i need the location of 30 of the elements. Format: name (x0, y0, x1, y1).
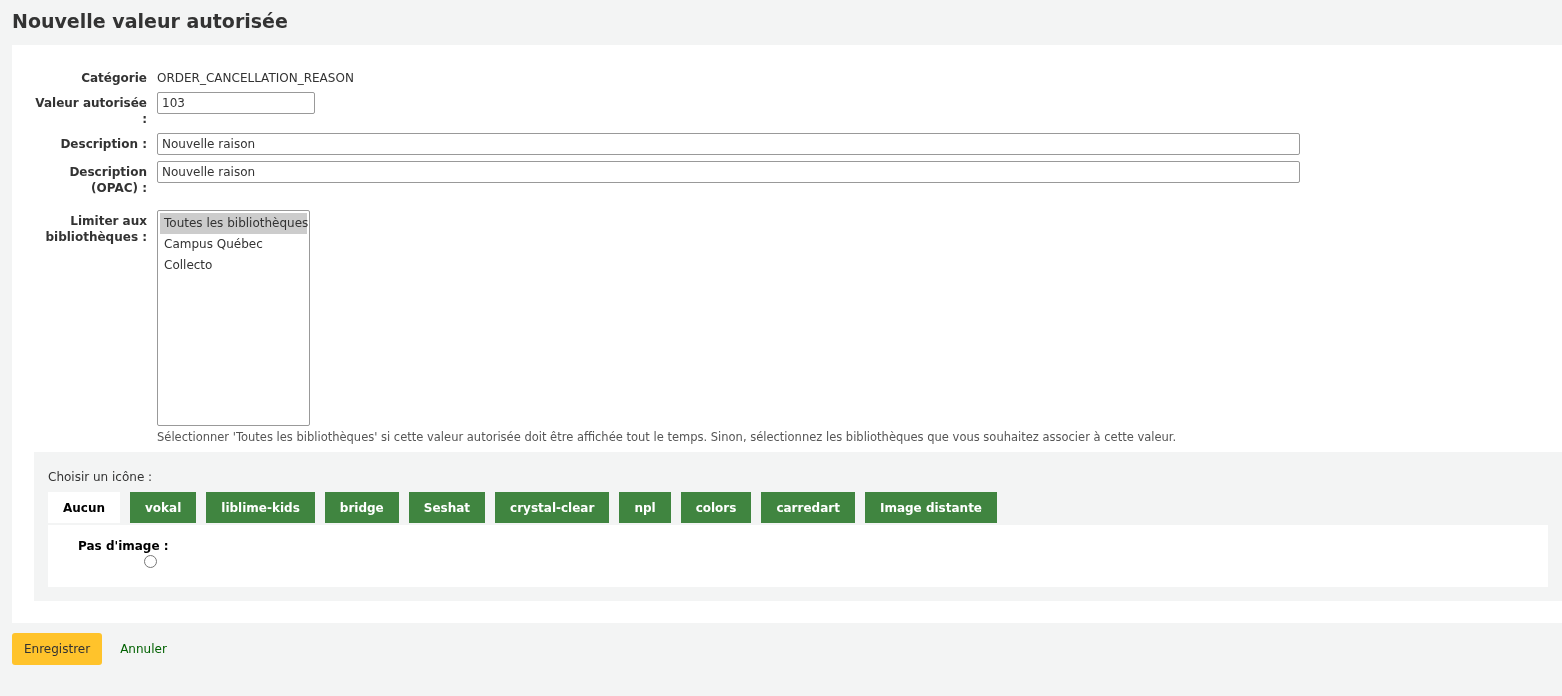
library-option[interactable]: Campus Québec (160, 234, 307, 255)
field-label: Description (OPAC) : (68, 164, 148, 196)
library-option[interactable]: Collecto (160, 255, 307, 276)
icon-set-tab[interactable]: Aucun (48, 492, 121, 523)
icon-set-tab[interactable]: colors (680, 492, 752, 523)
save-button[interactable]: Enregistrer (12, 633, 103, 665)
cancel-link[interactable]: Annuler (120, 642, 167, 656)
input-field[interactable]: Nouvelle raison (157, 161, 1300, 183)
category-value: ORDER_CANCELLATION_REASON (157, 70, 354, 86)
page-title: Nouvelle valeur autorisée (11, 9, 289, 34)
help-text: Sélectionner 'Toutes les bibliothèques' si cette valeur autorisée doit être affichée tout le temps. Sinon, sélectionnez les bibliothèques que vous souhaitez associer à cette valeur. (157, 430, 1178, 444)
input-field[interactable]: 103 (157, 92, 315, 114)
icon-set-tab[interactable]: liblime-kids (206, 492, 315, 523)
field-label: Limiter aux bibliothèques : (44, 213, 148, 245)
field-label: Description : (59, 136, 148, 152)
library-option[interactable]: Toutes les bibliothèques (160, 213, 307, 234)
icon-set-tab[interactable]: npl (619, 492, 671, 523)
icon-set-tab[interactable]: Image distante (864, 492, 997, 523)
icon-set-tab[interactable]: crystal-clear (495, 492, 610, 523)
radio-button[interactable] (144, 555, 157, 568)
icon-set-tab[interactable]: vokal (130, 492, 197, 523)
icon-set-tab[interactable]: carredart (761, 492, 855, 523)
field-label: Valeur autorisée : (34, 95, 148, 127)
field-label: Catégorie (80, 70, 148, 86)
input-field[interactable]: Nouvelle raison (157, 133, 1300, 155)
option-label: Pas d'image : (78, 539, 170, 553)
chooser-label: Choisir un icône : (48, 470, 154, 484)
icon-set-tab[interactable]: Seshat (408, 492, 486, 523)
library-listbox[interactable]: Toutes les bibliothèques Campus Québec Collecto (157, 210, 310, 426)
icon-set-tab[interactable]: bridge (324, 492, 399, 523)
